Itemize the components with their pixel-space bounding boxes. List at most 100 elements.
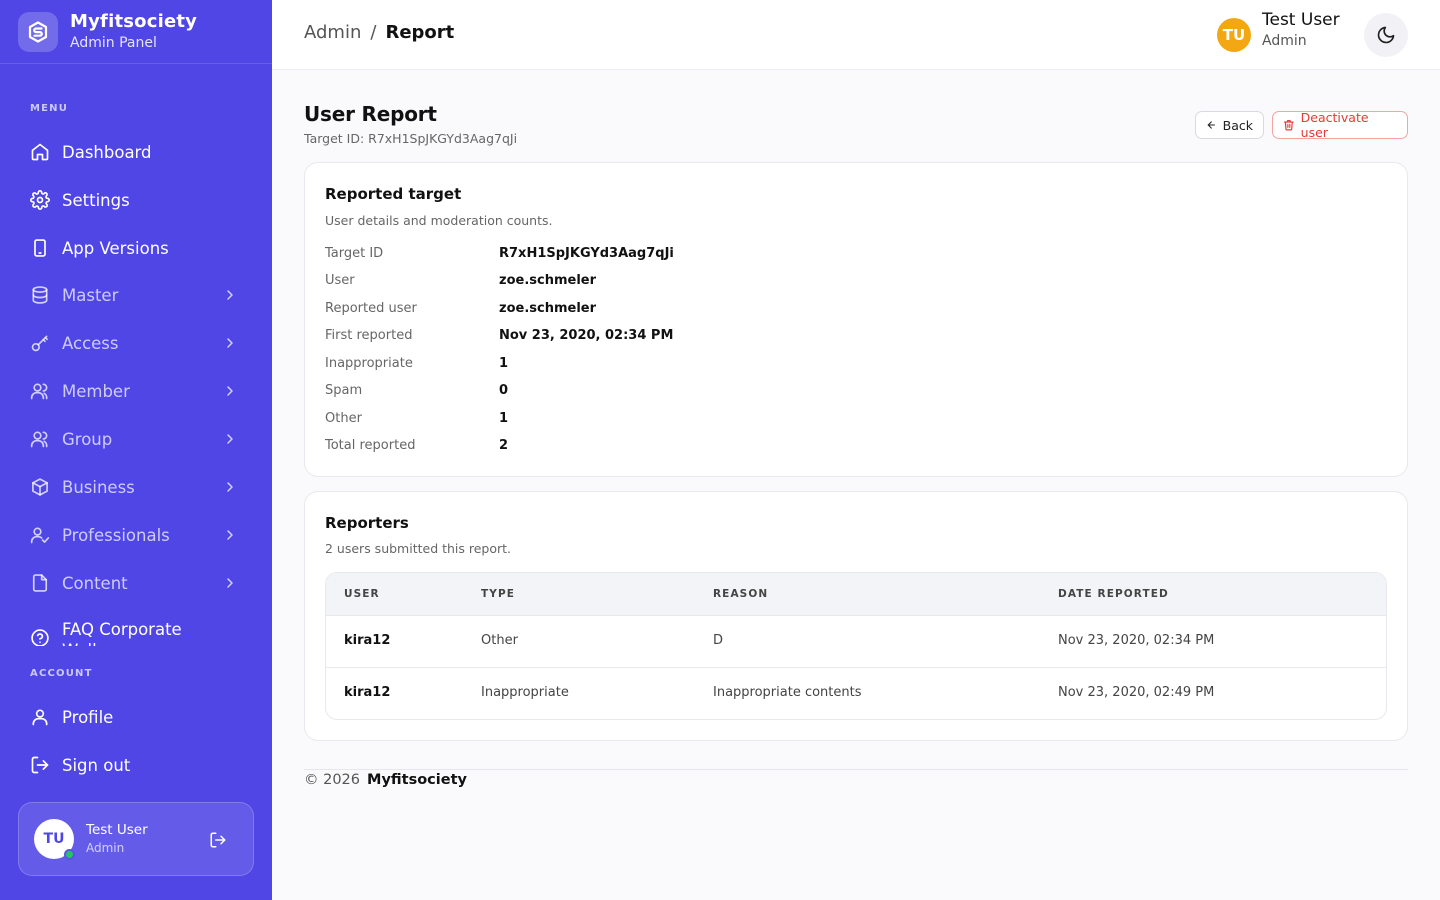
detail-value: 0 bbox=[499, 383, 509, 398]
logout-icon bbox=[30, 755, 50, 775]
logout-icon[interactable] bbox=[209, 831, 227, 849]
detail-label: Reported user bbox=[325, 301, 417, 316]
faq-clip: FAQ Corporate Wellness bbox=[0, 612, 272, 646]
chevron-right-icon bbox=[227, 338, 233, 348]
sidebar-item-content[interactable]: Content bbox=[12, 563, 260, 603]
brand-subtitle: Admin Panel bbox=[70, 35, 157, 51]
detail-label: Inappropriate bbox=[325, 356, 413, 371]
footer: © 2026 Myfitsociety bbox=[304, 772, 467, 788]
users-icon bbox=[30, 381, 50, 401]
sidebar-item-profile[interactable]: Profile bbox=[12, 697, 260, 737]
sidebar-item-master[interactable]: Master bbox=[12, 275, 260, 315]
back-button[interactable]: Back bbox=[1195, 111, 1264, 139]
sidebar-item-label: Professionals bbox=[62, 525, 170, 545]
home-icon bbox=[30, 142, 50, 162]
key-icon bbox=[30, 333, 50, 353]
sidebar-item-access[interactable]: Access bbox=[12, 323, 260, 363]
cell-type: Other bbox=[481, 633, 518, 648]
user-icon bbox=[30, 707, 50, 727]
cell-user: kira12 bbox=[344, 685, 391, 700]
breadcrumb-admin[interactable]: Admin bbox=[304, 22, 361, 43]
card-subtitle: User details and moderation counts. bbox=[325, 213, 553, 228]
sidebar-item-label: Master bbox=[62, 285, 119, 305]
file-icon bbox=[30, 573, 50, 593]
card-subtitle: 2 users submitted this report. bbox=[325, 541, 512, 556]
arrow-left-icon bbox=[1207, 121, 1215, 129]
phone-icon bbox=[30, 238, 50, 258]
sidebar-item-group[interactable]: Group bbox=[12, 419, 260, 459]
sidebar-item-dashboard[interactable]: Dashboard bbox=[12, 132, 260, 172]
avatar: TU bbox=[34, 819, 75, 860]
cell-reason: Inappropriate contents bbox=[713, 685, 862, 700]
chevron-right-icon bbox=[227, 482, 233, 492]
user-card-name: Test User bbox=[86, 822, 148, 839]
table-header: USER TYPE REASON DATE REPORTED bbox=[326, 573, 1386, 616]
topbar-user-name: Test User bbox=[1262, 10, 1340, 30]
sidebar-item-settings[interactable]: Settings bbox=[12, 180, 260, 220]
user-card-role: Admin bbox=[86, 840, 125, 855]
cell-type: Inappropriate bbox=[481, 685, 569, 700]
sidebar-item-label: Settings bbox=[62, 190, 130, 210]
reporters-card: Reporters 2 users submitted this report.… bbox=[304, 491, 1408, 741]
sidebar-user-card[interactable]: TU Test User Admin bbox=[18, 802, 254, 876]
sidebar-item-faq-corporate[interactable]: FAQ Corporate Wellness bbox=[12, 612, 260, 646]
help-circle-icon bbox=[30, 628, 50, 646]
sidebar-item-professionals[interactable]: Professionals bbox=[12, 515, 260, 555]
cell-user: kira12 bbox=[344, 633, 391, 648]
cell-date: Nov 23, 2020, 02:49 PM bbox=[1058, 685, 1215, 700]
sidebar-item-label: App Versions bbox=[62, 238, 169, 258]
chevron-right-icon bbox=[227, 434, 233, 444]
card-title: Reported target bbox=[325, 185, 462, 203]
theme-toggle-button[interactable] bbox=[1364, 13, 1408, 57]
sidebar-item-sign-out[interactable]: Sign out bbox=[12, 745, 260, 785]
column-header-reason[interactable]: REASON bbox=[713, 588, 768, 600]
topbar: Admin / Report TU Test User Admin bbox=[272, 0, 1440, 70]
reporters-table: USER TYPE REASON DATE REPORTED kira12 Ot… bbox=[325, 572, 1387, 720]
chevron-right-icon bbox=[227, 290, 233, 300]
detail-label: First reported bbox=[325, 328, 413, 343]
brand-name: Myfitsociety bbox=[70, 11, 198, 32]
box-icon bbox=[30, 477, 50, 497]
cell-date: Nov 23, 2020, 02:34 PM bbox=[1058, 633, 1215, 648]
chevron-right-icon bbox=[227, 386, 233, 396]
detail-value: 1 bbox=[499, 411, 509, 426]
deactivate-button-label: Deactivate user bbox=[1300, 110, 1369, 140]
detail-label: Other bbox=[325, 411, 362, 426]
sidebar-item-label: Sign out bbox=[62, 755, 131, 775]
moon-icon bbox=[1377, 26, 1395, 44]
menu-section-label: MENU bbox=[30, 103, 69, 114]
topbar-avatar[interactable]: TU bbox=[1217, 18, 1251, 52]
user-check-icon bbox=[30, 525, 50, 545]
detail-value: 2 bbox=[499, 438, 509, 453]
sidebar-item-label: FAQ Corporate Wellness bbox=[62, 620, 182, 646]
brand-logo-icon bbox=[18, 11, 58, 52]
sidebar-item-member[interactable]: Member bbox=[12, 371, 260, 411]
card-title: Reporters bbox=[325, 514, 409, 532]
detail-value: zoe.schmeler bbox=[499, 273, 596, 288]
avatar-initials: TU bbox=[43, 831, 65, 847]
topbar-user[interactable]: Test User Admin bbox=[1262, 10, 1340, 49]
column-header-user[interactable]: USER bbox=[344, 588, 380, 600]
page-subtitle: Target ID: R7xH1SpJKGYd3Aag7qJi bbox=[304, 131, 518, 146]
detail-label: Total reported bbox=[325, 438, 416, 453]
sidebar-item-business[interactable]: Business bbox=[12, 467, 260, 507]
back-button-label: Back bbox=[1222, 117, 1253, 133]
sidebar-item-label: Group bbox=[62, 429, 113, 449]
column-header-date-reported[interactable]: DATE REPORTED bbox=[1058, 588, 1169, 600]
brand[interactable]: Myfitsociety Admin Panel bbox=[0, 0, 272, 64]
sidebar-item-app-versions[interactable]: App Versions bbox=[12, 228, 260, 268]
detail-value: zoe.schmeler bbox=[499, 301, 596, 316]
database-icon bbox=[30, 285, 50, 305]
table-row[interactable]: kira12 Other D Nov 23, 2020, 02:34 PM bbox=[326, 616, 1386, 668]
column-header-type[interactable]: TYPE bbox=[481, 588, 515, 600]
chevron-right-icon bbox=[227, 578, 233, 588]
account-section-label: ACCOUNT bbox=[30, 668, 93, 679]
breadcrumb: Admin / Report bbox=[304, 22, 454, 43]
trash-icon bbox=[1283, 120, 1294, 131]
deactivate-user-button[interactable]: Deactivate user bbox=[1272, 110, 1408, 140]
detail-value: Nov 23, 2020, 02:34 PM bbox=[499, 328, 674, 343]
table-row[interactable]: kira12 Inappropriate Inappropriate conte… bbox=[326, 668, 1386, 719]
page-title: User Report bbox=[304, 102, 437, 126]
footer-divider bbox=[304, 769, 1408, 770]
chevron-right-icon bbox=[227, 530, 233, 540]
